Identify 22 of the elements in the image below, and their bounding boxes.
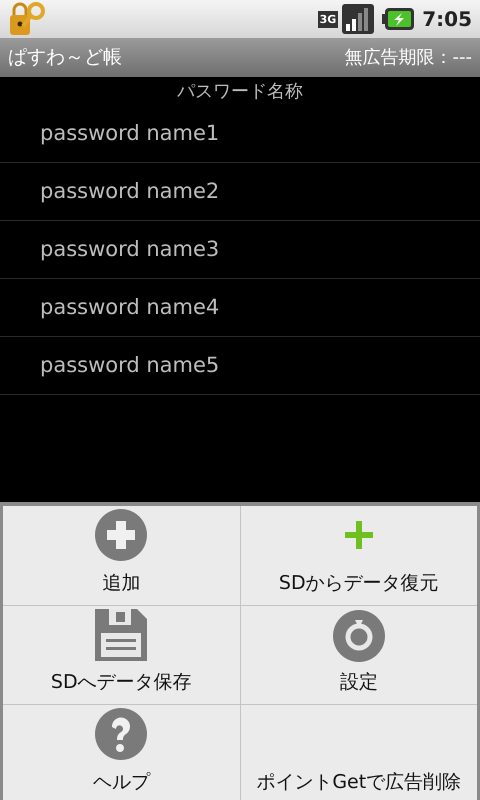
password-list-item[interactable]: password name2 xyxy=(40,176,220,208)
ad-free-period: 無広告期限：--- xyxy=(344,46,472,70)
app-title: ぱすわ～ど帳 xyxy=(8,45,122,70)
plus-circle-icon xyxy=(95,509,148,562)
clock-time: 7:05 xyxy=(422,6,472,33)
plus-icon xyxy=(344,521,373,550)
password-list-item[interactable]: password name4 xyxy=(40,292,220,324)
menu-item[interactable]: SDへデータ保存 xyxy=(3,606,240,704)
password-list-item[interactable]: password name3 xyxy=(40,234,220,266)
menu-item[interactable]: 追加 xyxy=(3,506,240,605)
battery-charging-icon xyxy=(382,8,414,30)
password-list-item[interactable]: password name1 xyxy=(40,118,220,150)
menu-item[interactable]: SDからデータ復元 xyxy=(240,506,477,605)
network-indicator: 3G xyxy=(318,10,338,28)
column-header: パスワード名称 xyxy=(177,80,303,104)
menu-item[interactable]: ヘルプ xyxy=(3,705,240,800)
help-icon xyxy=(95,708,148,760)
padlock-key-icon xyxy=(8,1,46,37)
signal-icon xyxy=(342,4,374,34)
menu-item[interactable]: ポイントGetで広告削除 xyxy=(240,705,477,800)
menu-item[interactable]: 設定 xyxy=(240,606,477,704)
password-list-item[interactable]: password name5 xyxy=(40,350,220,382)
